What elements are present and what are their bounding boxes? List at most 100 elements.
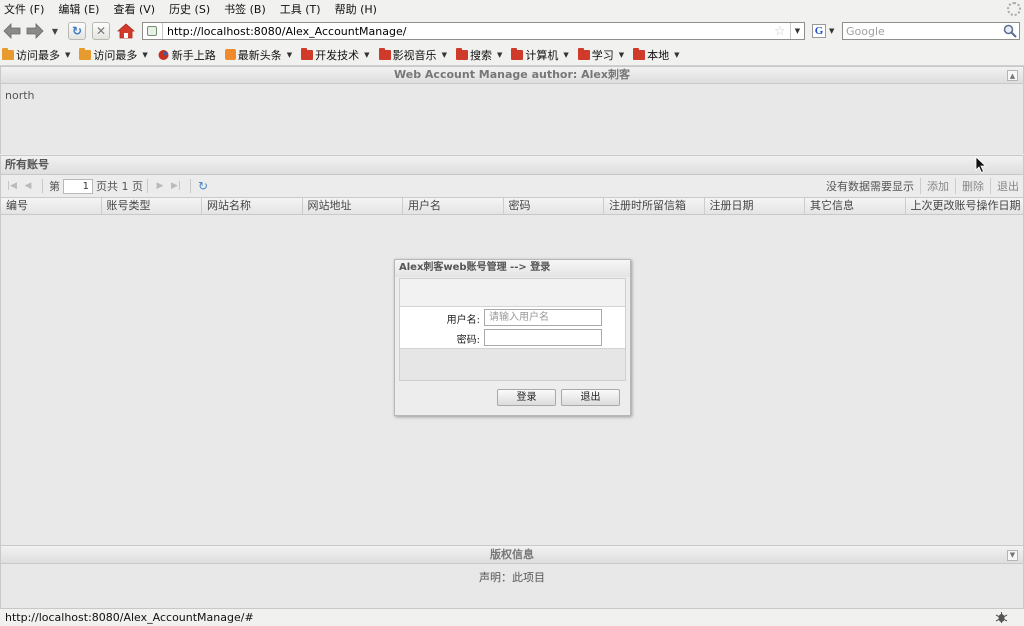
column-header-register-date[interactable]: 注册日期 — [705, 198, 805, 214]
forward-button[interactable] — [25, 21, 45, 41]
column-header-site-url[interactable]: 网站地址 — [303, 198, 403, 214]
column-header-password[interactable]: 密码 — [504, 198, 604, 214]
menu-bookmarks[interactable]: 书签 (B) — [224, 1, 266, 17]
chevron-down-icon: ▼ — [364, 50, 370, 59]
throbber-icon — [1007, 2, 1021, 16]
page-number-input[interactable] — [63, 178, 93, 194]
column-header-site-name[interactable]: 网站名称 — [202, 198, 303, 214]
menu-help[interactable]: 帮助 (H) — [335, 1, 377, 17]
bookmark-media[interactable]: 影视音乐 ▼ — [378, 47, 447, 63]
password-row: 密码: — [400, 328, 625, 347]
navigation-toolbar: ▼ ↻ ✕ http://localhost:8080/Alex_Account… — [0, 18, 1024, 44]
folder-icon — [455, 47, 468, 60]
column-header-email[interactable]: 注册时所留信箱 — [604, 198, 705, 214]
chevron-up-icon: ▲ — [1009, 71, 1016, 80]
first-page-icon[interactable]: |◀ — [6, 180, 18, 192]
menu-bar: 文件 (F) 编辑 (E) 查看 (V) 历史 (S) 书签 (B) 工具 (T… — [0, 0, 1024, 18]
search-input[interactable] — [843, 23, 999, 39]
previous-page-icon[interactable]: ◀ — [22, 180, 34, 192]
column-header-last-modified[interactable]: 上次更改账号操作日期 — [906, 198, 1022, 214]
chevron-down-icon: ▼ — [51, 26, 59, 36]
bookmark-most-visited-2[interactable]: 访问最多 ▼ — [79, 47, 148, 63]
empty-data-message: 没有数据需要显示 — [826, 180, 914, 193]
chevron-down-icon: ▼ — [1009, 551, 1016, 559]
history-dropdown-button[interactable]: ▼ — [48, 21, 62, 41]
menu-file[interactable]: 文件 (F) — [4, 1, 44, 17]
menu-tools[interactable]: 工具 (T) — [280, 1, 321, 17]
url-divider — [162, 23, 163, 39]
north-panel-body: north — [0, 84, 1024, 154]
last-page-icon[interactable]: ▶| — [170, 180, 182, 192]
stop-button[interactable]: ✕ — [92, 22, 110, 40]
bookmark-label: 学习 — [591, 48, 614, 62]
menu-view[interactable]: 查看 (V) — [113, 1, 155, 17]
south-panel-body: 声明：此项目 — [0, 564, 1024, 608]
toolbar-divider — [147, 179, 148, 193]
close-icon: ✕ — [95, 24, 107, 38]
bookmark-dev-tech[interactable]: 开发技术 ▼ — [301, 47, 370, 63]
dialog-title[interactable]: Alex刺客web账号管理 --> 登录 — [395, 260, 630, 277]
username-label: 用户名: — [446, 315, 480, 326]
next-page-icon[interactable]: ▶ — [154, 180, 166, 192]
menu-history[interactable]: 历史 (S) — [169, 1, 210, 17]
firebug-icon[interactable] — [995, 611, 1008, 624]
login-button[interactable]: 登录 — [497, 389, 556, 406]
menu-edit[interactable]: 编辑 (E) — [58, 1, 99, 17]
add-button[interactable]: 添加 — [920, 178, 949, 194]
home-button[interactable] — [116, 21, 136, 41]
exit-dialog-button[interactable]: 退出 — [561, 389, 620, 406]
chevron-down-icon: ▼ — [563, 50, 569, 59]
folder-icon — [577, 47, 590, 60]
toolbar-divider — [42, 179, 43, 193]
south-panel-header: 版权信息 ▼ — [0, 545, 1024, 564]
north-panel-title: Web Account Manage author: Alex刺客 — [394, 68, 630, 81]
reload-icon: ↻ — [71, 24, 83, 38]
url-dropdown-button[interactable]: ▼ — [790, 23, 804, 39]
page-prefix-label: 第 — [49, 180, 60, 193]
back-button[interactable] — [2, 21, 22, 41]
paging-toolbar: |◀ ◀ 第 页共 1 页 ▶ ▶| ↻ 没有数据需要显示 添加 删除 退出 — [0, 175, 1024, 197]
folder-icon — [378, 47, 391, 60]
bookmark-getting-started[interactable]: 新手上路 — [157, 47, 216, 63]
site-identity-icon[interactable] — [147, 26, 157, 36]
folder-icon — [301, 47, 314, 60]
url-bar[interactable]: http://localhost:8080/Alex_AccountManage… — [142, 22, 805, 40]
form-fields: 用户名: 密码: — [400, 307, 625, 349]
chevron-down-icon: ▼ — [65, 50, 71, 59]
chevron-down-icon: ▼ — [618, 50, 625, 59]
star-icon[interactable]: ☆ — [774, 24, 788, 39]
column-header-account-type[interactable]: 账号类型 — [102, 198, 202, 214]
search-engine-selector[interactable]: G ▼ — [812, 22, 840, 40]
bookmark-label: 开发技术 — [315, 48, 360, 62]
column-header-other-info[interactable]: 其它信息 — [805, 198, 906, 214]
bookmark-search[interactable]: 搜索 ▼ — [455, 47, 502, 63]
bookmarks-toolbar: 访问最多 ▼ 访问最多 ▼ 新手上路 最新头条 ▼ 开发技术 ▼ 影视音乐 ▼ … — [0, 44, 1024, 66]
bookmark-label: 最新头条 — [237, 48, 282, 62]
collapse-down-button[interactable]: ▼ — [1007, 550, 1018, 561]
search-box[interactable] — [842, 22, 1020, 40]
bookmark-label: 新手上路 — [171, 48, 216, 62]
bookmark-most-visited[interactable]: 访问最多 ▼ — [2, 47, 70, 63]
home-icon — [117, 23, 135, 39]
chevron-down-icon: ▼ — [674, 50, 680, 59]
reload-button[interactable]: ↻ — [68, 22, 86, 40]
delete-button[interactable]: 删除 — [955, 178, 984, 194]
url-text[interactable]: http://localhost:8080/Alex_AccountManage… — [167, 25, 774, 38]
chevron-down-icon: ▼ — [142, 50, 148, 59]
column-header-id[interactable]: 编号 — [1, 198, 102, 214]
bookmark-local[interactable]: 本地 ▼ — [633, 47, 680, 63]
bookmark-study[interactable]: 学习 ▼ — [577, 47, 625, 63]
search-icon[interactable] — [1003, 24, 1017, 38]
column-header-username[interactable]: 用户名 — [403, 198, 504, 214]
folder-icon — [633, 47, 646, 60]
bookmark-label: 搜索 — [469, 48, 492, 62]
refresh-icon[interactable]: ↻ — [197, 179, 209, 193]
exit-button[interactable]: 退出 — [990, 178, 1019, 194]
google-icon: G — [812, 24, 826, 38]
username-input[interactable] — [484, 309, 602, 326]
bookmark-computer[interactable]: 计算机 ▼ — [511, 47, 569, 63]
password-input[interactable] — [484, 329, 602, 346]
collapse-up-button[interactable]: ▲ — [1007, 70, 1018, 81]
bookmark-latest-headlines[interactable]: 最新头条 ▼ — [224, 47, 292, 63]
north-panel-text: north — [5, 89, 35, 102]
